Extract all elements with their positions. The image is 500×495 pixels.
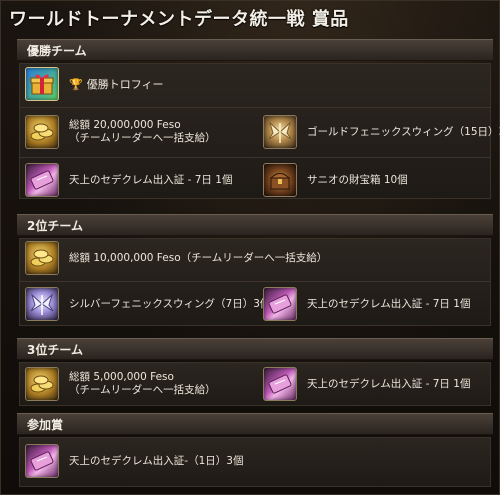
reward-label-line1: 総額 20,000,000 Feso: [69, 119, 181, 131]
trophy-icon: 🏆: [69, 77, 83, 91]
ticket-icon: [25, 163, 59, 197]
reward-item-ticket: 天上のセデクレム出入証 - 7日 1個: [263, 365, 470, 403]
reward-label: 総額 20,000,000 Feso （チームリーダーへ一括支給）: [69, 119, 216, 145]
section-header-second: 2位チーム: [17, 214, 493, 236]
reward-label-line1: 総額 5,000,000 Feso: [69, 371, 174, 383]
divider: [19, 107, 491, 108]
reward-item-silver-wing: シルバーフェニックスウィング（7日）3個: [25, 285, 270, 323]
gold-phoenix-wing-icon: [263, 115, 297, 149]
page-title: ワールドトーナメントデータ統一戦 賞品: [9, 9, 349, 30]
gold-coins-icon: [25, 367, 59, 401]
treasure-chest-icon: [263, 163, 297, 197]
reward-label: ゴールドフェニックスウィング（15日）3個: [307, 125, 500, 138]
gold-coins-icon: [25, 115, 59, 149]
reward-item-gold-wing: ゴールドフェニックスウィング（15日）3個: [263, 113, 500, 151]
reward-window: ワールドトーナメントデータ統一戦 賞品 優勝チーム 🏆 優勝トロフィー 総額 2…: [0, 0, 500, 495]
reward-item-ticket: 天上のセデクレム出入証 - 7日 1個: [263, 285, 470, 323]
reward-label: 優勝トロフィー: [86, 77, 164, 91]
ticket-icon: [25, 444, 59, 478]
reward-item-feso: 総額 10,000,000 Feso（チームリーダーへ一括支給）: [25, 239, 327, 277]
reward-label-line2: （チームリーダーへ一括支給）: [69, 384, 216, 396]
reward-label: 天上のセデクレム出入証 - 7日 1個: [69, 173, 233, 186]
section-header-first: 優勝チーム: [17, 39, 493, 61]
reward-item-ticket: 天上のセデクレム出入証-（1日）3個: [25, 442, 243, 480]
reward-item-trophy: 🏆 優勝トロフィー: [25, 65, 163, 103]
reward-label: 天上のセデクレム出入証-（1日）3個: [69, 454, 244, 467]
reward-item-feso: 総額 20,000,000 Feso （チームリーダーへ一括支給）: [25, 113, 216, 151]
reward-label: 総額 5,000,000 Feso （チームリーダーへ一括支給）: [69, 371, 216, 397]
divider: [19, 281, 491, 282]
ticket-icon: [263, 367, 297, 401]
section-header-third: 3位チーム: [17, 338, 493, 360]
reward-item-ticket: 天上のセデクレム出入証 - 7日 1個: [25, 161, 232, 199]
reward-label: 天上のセデクレム出入証 - 7日 1個: [307, 297, 471, 310]
reward-label: シルバーフェニックスウィング（7日）3個: [69, 297, 271, 310]
reward-label: 総額 10,000,000 Feso（チームリーダーへ一括支給）: [69, 251, 328, 264]
reward-label-line2: （チームリーダーへ一括支給）: [69, 132, 216, 144]
reward-item-chest: サニオの財宝箱 10個: [263, 161, 408, 199]
silver-phoenix-wing-icon: [25, 287, 59, 321]
divider: [19, 157, 491, 158]
gift-box-icon: [25, 67, 59, 101]
ticket-icon: [263, 287, 297, 321]
gold-coins-icon: [25, 241, 59, 275]
reward-label: サニオの財宝箱 10個: [307, 173, 408, 186]
reward-item-feso: 総額 5,000,000 Feso （チームリーダーへ一括支給）: [25, 365, 216, 403]
section-header-participation: 参加賞: [17, 413, 493, 435]
reward-label: 天上のセデクレム出入証 - 7日 1個: [307, 377, 471, 390]
